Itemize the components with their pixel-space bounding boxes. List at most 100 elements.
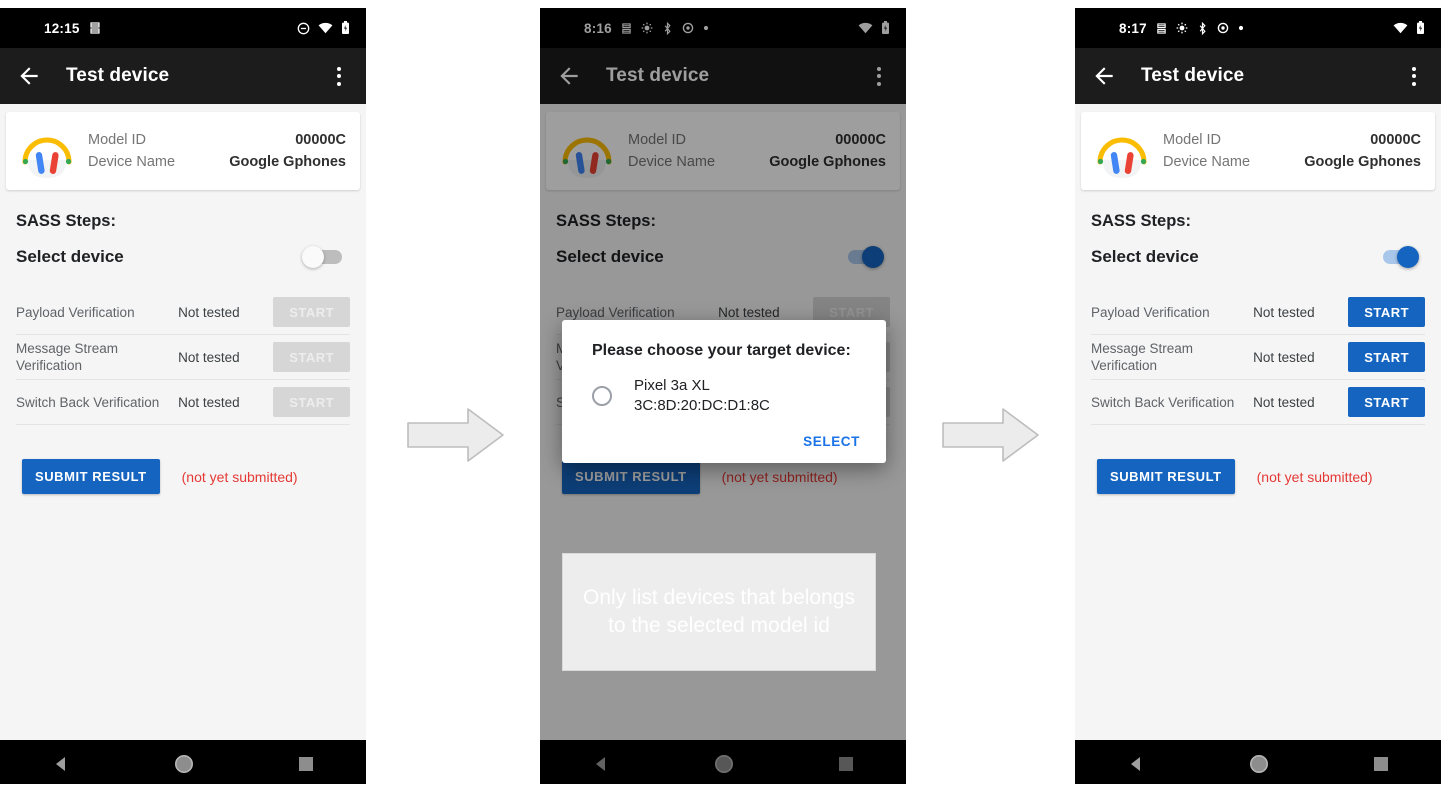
overflow-menu-icon[interactable]	[328, 63, 350, 89]
model-id-value: 00000C	[295, 132, 346, 148]
nav-back-icon[interactable]	[52, 755, 70, 778]
select-device-label: Select device	[1091, 247, 1199, 266]
nav-home-icon[interactable]	[174, 754, 194, 779]
status-bar-clock: 12:15	[44, 20, 80, 36]
device-option-text: Pixel 3a XL 3C:8D:20:DC:D1:8C	[634, 376, 770, 416]
model-id-value: 00000C	[1370, 132, 1421, 148]
submit-result-button[interactable]: SUBMIT RESULT	[22, 459, 160, 494]
nav-recents-icon[interactable]	[1373, 756, 1389, 777]
status-bar-left: 12:15	[44, 21, 101, 36]
device-card-rows: Model ID 00000C Device Name Google Gphon…	[1163, 129, 1421, 173]
table-row: Payload Verification Not tested START	[16, 290, 350, 335]
test-name: Switch Back Verification	[16, 394, 160, 410]
phone-panel-enabled: 8:17 Test device Model ID 00000C Device …	[1075, 8, 1441, 784]
back-arrow-icon[interactable]	[16, 63, 42, 89]
nav-home-icon[interactable]	[1249, 754, 1269, 779]
app-bar: Test device	[1075, 48, 1441, 104]
toggle-thumb	[302, 246, 324, 268]
annotation-callout-text: Only list devices that belongs to the se…	[583, 586, 855, 637]
table-row: Switch Back Verification Not tested STAR…	[16, 380, 350, 425]
page-title: Test device	[66, 65, 170, 86]
start-button[interactable]: START	[1348, 342, 1425, 372]
device-option-address: 3C:8D:20:DC:D1:8C	[634, 396, 770, 414]
device-option-row[interactable]: Pixel 3a XL 3C:8D:20:DC:D1:8C	[584, 376, 864, 416]
dot-icon	[1238, 25, 1244, 31]
test-list: Payload Verification Not tested START Me…	[1091, 290, 1425, 425]
sync-icon	[1176, 22, 1188, 34]
select-device-row: Select device	[0, 231, 366, 282]
test-name: Message Stream Verification	[1091, 341, 1194, 373]
screenshot-stage: 12:15 Test device Model ID 00000C Device…	[0, 0, 1444, 792]
test-list: Payload Verification Not tested START Me…	[16, 290, 350, 425]
android-debug-icon	[1156, 22, 1167, 35]
test-status: Not tested	[178, 394, 240, 410]
table-row: Payload Verification Not tested START	[1091, 290, 1425, 335]
choose-device-dialog: Please choose your target device: Pixel …	[562, 320, 886, 463]
phone-panel-dialog: 8:16 Test device Model ID 00000C Device …	[540, 8, 906, 784]
table-row: Message Stream Verification Not tested S…	[1091, 335, 1425, 380]
select-device-toggle[interactable]	[1377, 246, 1419, 268]
select-device-label: Select device	[16, 247, 124, 266]
select-device-toggle[interactable]	[302, 246, 344, 268]
battery-icon	[1416, 21, 1425, 35]
screen-content: Model ID 00000C Device Name Google Gphon…	[1075, 112, 1441, 740]
battery-icon	[341, 21, 350, 35]
test-status: Not tested	[178, 349, 240, 365]
test-status: Not tested	[1253, 394, 1315, 410]
headphones-icon	[1091, 122, 1153, 180]
back-arrow-icon[interactable]	[1091, 63, 1117, 89]
settings-icon	[1217, 22, 1229, 34]
nav-recents-icon[interactable]	[298, 756, 314, 777]
device-name-label: Device Name	[88, 154, 176, 170]
start-button[interactable]: START	[1348, 297, 1425, 327]
status-bar: 8:17	[1075, 8, 1441, 48]
model-id-label: Model ID	[1163, 132, 1222, 148]
page-title: Test device	[1141, 65, 1245, 86]
start-button[interactable]: START	[273, 297, 350, 327]
screen-content: Model ID 00000C Device Name Google Gphon…	[0, 112, 366, 740]
annotation-callout: Only list devices that belongs to the se…	[562, 553, 876, 671]
device-info-card: Model ID 00000C Device Name Google Gphon…	[6, 112, 360, 190]
android-debug-icon	[89, 21, 101, 35]
model-id-label: Model ID	[88, 132, 147, 148]
status-bar-left: 8:17	[1119, 21, 1244, 36]
device-name-value: Google Gphones	[229, 154, 346, 170]
headphones-icon	[16, 122, 78, 180]
select-device-row: Select device	[1075, 231, 1441, 282]
dialog-actions: SELECT	[584, 416, 864, 455]
device-name-label: Device Name	[1163, 154, 1251, 170]
dialog-title: Please choose your target device:	[592, 342, 851, 359]
test-name: Payload Verification	[1091, 304, 1210, 320]
app-bar: Test device	[0, 48, 366, 104]
navigation-bar	[1075, 740, 1441, 784]
start-button[interactable]: START	[1348, 387, 1425, 417]
submit-result-button[interactable]: SUBMIT RESULT	[1097, 459, 1235, 494]
sass-steps-heading: SASS Steps:	[16, 212, 116, 230]
device-name-value: Google Gphones	[1304, 154, 1421, 170]
bluetooth-icon	[1197, 21, 1208, 35]
submit-area: SUBMIT RESULT (not yet submitted)	[0, 425, 366, 494]
navigation-bar	[0, 740, 366, 784]
device-card-row: Device Name Google Gphones	[1163, 151, 1421, 173]
device-card-row: Device Name Google Gphones	[88, 151, 346, 173]
device-option-name: Pixel 3a XL	[634, 377, 710, 394]
status-bar-clock: 8:17	[1119, 20, 1147, 36]
test-name: Payload Verification	[16, 304, 135, 320]
status-bar-right	[297, 21, 350, 35]
device-radio-button[interactable]	[592, 385, 612, 406]
phone-panel-initial: 12:15 Test device Model ID 00000C Device…	[0, 8, 366, 784]
dialog-select-button[interactable]: SELECT	[803, 434, 860, 449]
toggle-thumb	[1397, 246, 1419, 268]
wifi-icon	[1393, 22, 1408, 34]
test-status: Not tested	[178, 304, 240, 320]
device-info-card: Model ID 00000C Device Name Google Gphon…	[1081, 112, 1435, 190]
nav-back-icon[interactable]	[1127, 755, 1145, 778]
submit-status-note: (not yet submitted)	[181, 468, 298, 485]
test-name: Message Stream Verification	[16, 341, 119, 373]
start-button[interactable]: START	[273, 387, 350, 417]
flow-arrow-icon	[941, 406, 1041, 464]
start-button[interactable]: START	[273, 342, 350, 372]
device-card-rows: Model ID 00000C Device Name Google Gphon…	[88, 129, 346, 173]
table-row: Switch Back Verification Not tested STAR…	[1091, 380, 1425, 425]
overflow-menu-icon[interactable]	[1403, 63, 1425, 89]
